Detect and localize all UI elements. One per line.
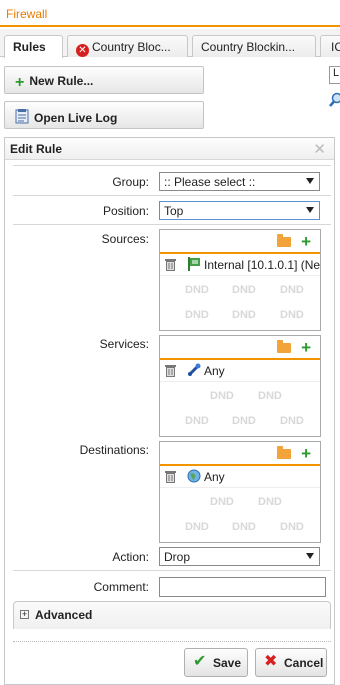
save-label: Save: [213, 656, 242, 670]
dnd-placeholder: DND: [258, 496, 282, 508]
services-label: Services:: [99, 337, 149, 351]
edit-rule-dialog: Edit Rule ✕ Group: :: Please select :: P…: [4, 137, 335, 685]
chevron-down-icon: [306, 553, 314, 559]
filter-input[interactable]: L: [329, 66, 340, 84]
chevron-down-icon: [306, 178, 314, 184]
dnd-placeholder: DND: [232, 284, 256, 296]
dnd-placeholder: DND: [280, 521, 304, 533]
cancel-x-icon: ✖: [264, 653, 278, 670]
tab-country-blocking-exceptions[interactable]: Country Blockin...: [192, 35, 316, 57]
checkmark-icon: ✔: [193, 653, 207, 670]
add-icon[interactable]: +: [301, 339, 311, 356]
log-icon: [15, 109, 29, 127]
action-label: Action:: [112, 550, 149, 564]
service-item-label: Any: [204, 364, 225, 378]
new-rule-label: New Rule...: [29, 74, 94, 88]
dnd-placeholder: DND: [232, 415, 256, 427]
services-listbox-header: +: [160, 336, 320, 360]
trash-icon[interactable]: [165, 470, 176, 483]
folder-icon[interactable]: [277, 446, 291, 459]
dnd-placeholder: DND: [210, 496, 234, 508]
destinations-label: Destinations:: [79, 443, 149, 457]
dnd-placeholder: DND: [232, 521, 256, 533]
destination-item-label: Any: [204, 470, 225, 484]
window-title: Firewall: [6, 7, 48, 21]
folder-icon[interactable]: [277, 234, 291, 247]
trash-icon[interactable]: [165, 364, 176, 377]
position-label: Position:: [102, 204, 149, 218]
open-live-log-button[interactable]: Open Live Log: [4, 101, 204, 129]
divider: [13, 570, 331, 571]
cancel-button[interactable]: ✖ Cancel: [255, 648, 327, 677]
expand-icon: +: [20, 609, 29, 619]
dnd-placeholder: DND: [232, 309, 256, 321]
position-select[interactable]: Top: [159, 201, 320, 220]
action-select[interactable]: Drop: [159, 547, 320, 566]
tab-country-blocking-label: Country Bloc...: [92, 40, 171, 54]
sources-label: Sources:: [101, 232, 149, 246]
plus-icon: +: [15, 74, 25, 91]
dialog-header: Edit Rule ✕: [5, 138, 334, 160]
tab-icmp[interactable]: IC: [320, 35, 340, 57]
source-item-label: Internal [10.1.0.1] (Ne: [204, 258, 321, 272]
dnd-placeholder: DND: [280, 309, 304, 321]
service-plug-icon: [187, 363, 201, 377]
dnd-placeholder: DND: [185, 521, 209, 533]
tab-rules[interactable]: Rules: [4, 35, 63, 58]
tab-strip: Rules ✕ Country Bloc... Country Blockin..…: [0, 29, 340, 58]
group-select-value: :: Please select ::: [164, 175, 256, 189]
destinations-listbox-header: +: [160, 442, 320, 466]
add-icon[interactable]: +: [301, 233, 311, 250]
trash-icon[interactable]: [165, 258, 176, 271]
dnd-placeholder: DND: [280, 415, 304, 427]
sources-listbox[interactable]: + Internal [10.1.0.1] (Ne DND DND DND DN…: [159, 229, 321, 331]
tab-icmp-label: IC: [331, 40, 340, 54]
group-select[interactable]: :: Please select ::: [159, 172, 320, 191]
network-icon: [188, 257, 200, 271]
list-item[interactable]: Internal [10.1.0.1] (Ne: [160, 254, 320, 276]
filter-input-value: L: [333, 67, 340, 79]
comment-input[interactable]: [159, 577, 326, 597]
divider: [13, 641, 331, 642]
folder-icon[interactable]: [277, 340, 291, 353]
action-select-value: Drop: [164, 550, 191, 564]
window-titlebar: Firewall: [0, 0, 340, 27]
group-label: Group:: [112, 175, 149, 189]
tab-rules-label: Rules: [13, 40, 46, 54]
close-icon[interactable]: ✕: [313, 140, 326, 158]
globe-icon: [187, 469, 201, 483]
dnd-placeholder: DND: [185, 415, 209, 427]
advanced-label: Advanced: [35, 608, 93, 622]
chevron-down-icon: [306, 207, 314, 213]
divider: [13, 195, 331, 196]
new-rule-button[interactable]: + New Rule...: [4, 66, 204, 94]
dnd-placeholder: DND: [185, 309, 209, 321]
save-button[interactable]: ✔ Save: [184, 648, 248, 677]
cancel-label: Cancel: [284, 656, 324, 670]
sources-listbox-header: +: [160, 230, 320, 254]
dnd-placeholder: DND: [185, 284, 209, 296]
dialog-title: Edit Rule: [10, 142, 63, 156]
tab-country-blocking-exceptions-label: Country Blockin...: [201, 40, 296, 54]
tab-country-blocking[interactable]: ✕ Country Bloc...: [67, 35, 188, 57]
dnd-placeholder: DND: [258, 390, 282, 402]
services-listbox[interactable]: + Any DND DND DND DND DND: [159, 335, 321, 437]
error-icon: ✕: [76, 44, 89, 57]
dnd-placeholder: DND: [210, 390, 234, 402]
advanced-section-toggle[interactable]: + Advanced: [13, 601, 331, 629]
divider: [13, 224, 331, 225]
list-item[interactable]: Any: [160, 466, 320, 488]
destinations-listbox[interactable]: + Any DND DND DND DND DND: [159, 441, 321, 543]
divider: [13, 165, 331, 166]
comment-label: Comment:: [93, 580, 149, 594]
search-icon[interactable]: [329, 92, 340, 108]
open-live-log-label: Open Live Log: [34, 111, 118, 125]
add-icon[interactable]: +: [301, 445, 311, 462]
position-select-value: Top: [164, 204, 184, 218]
list-item[interactable]: Any: [160, 360, 320, 382]
dnd-placeholder: DND: [280, 284, 304, 296]
